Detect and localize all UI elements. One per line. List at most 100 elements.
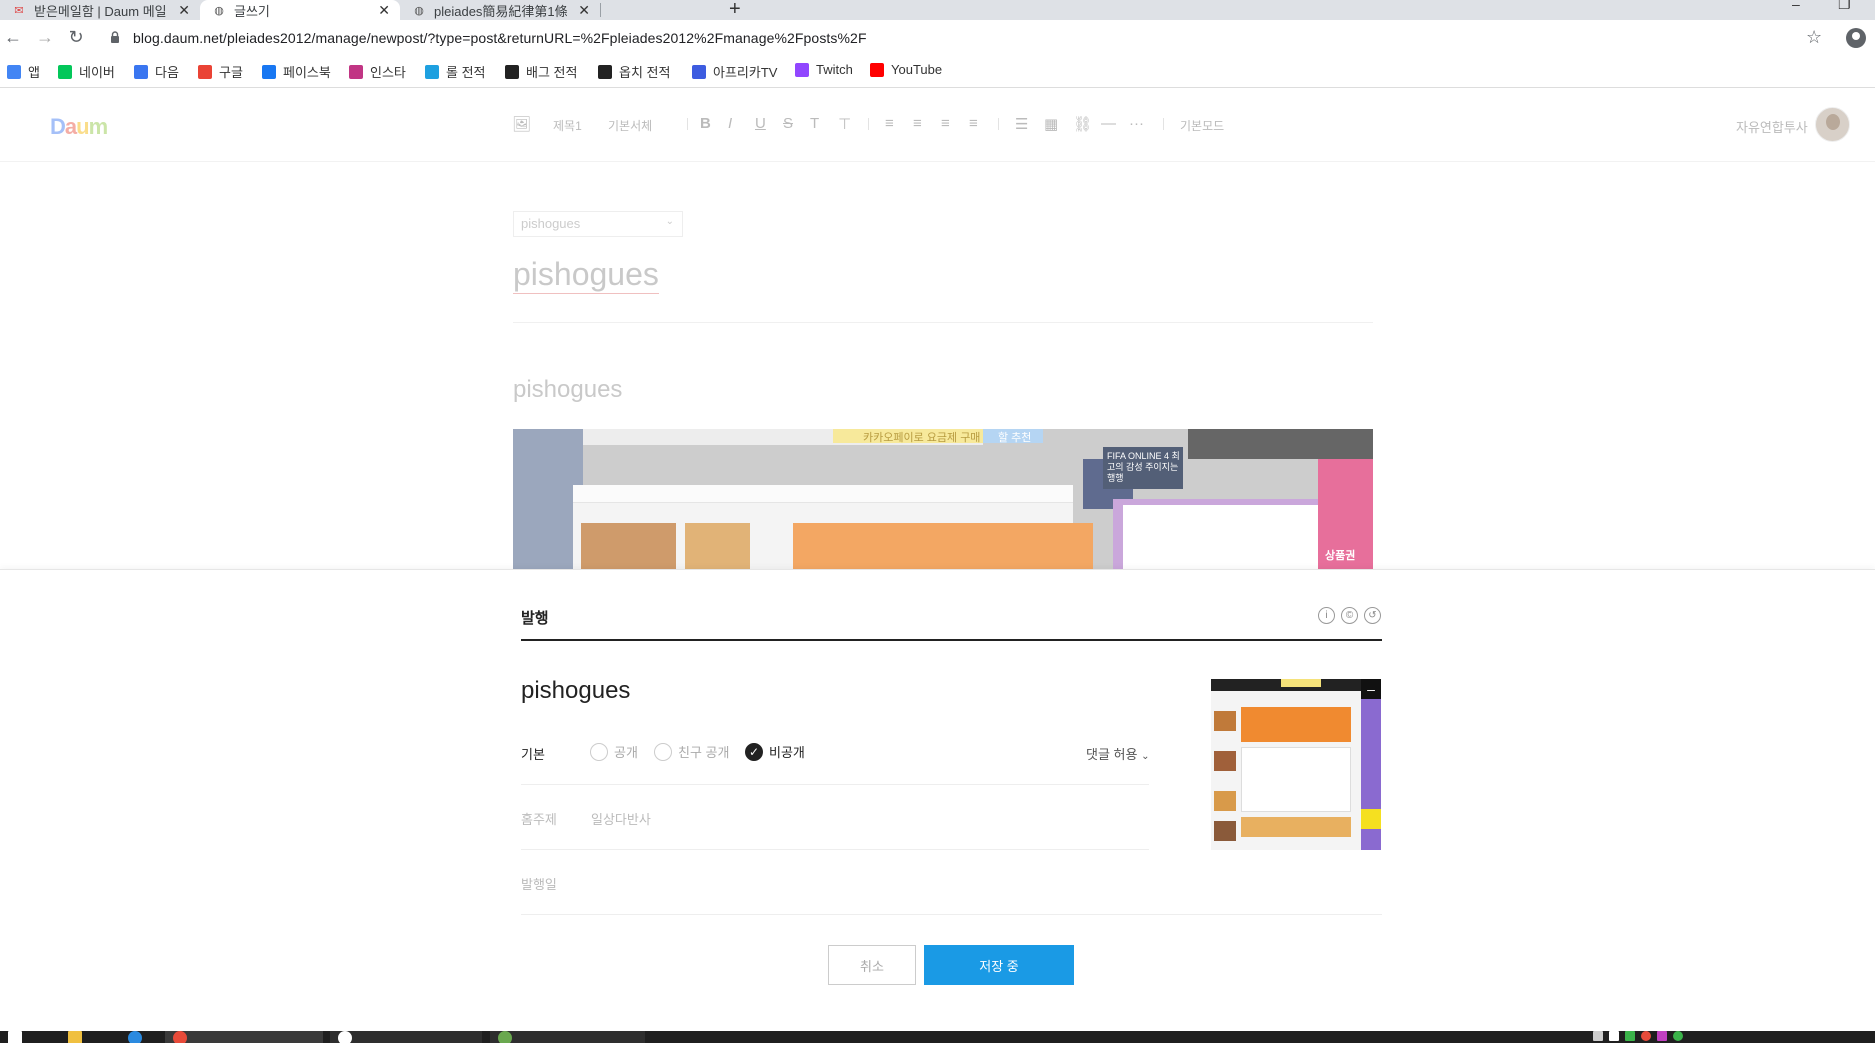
folder-icon <box>68 1031 82 1043</box>
font-select[interactable]: 기본서체 <box>608 117 652 134</box>
post-body-text[interactable]: pishogues <box>513 376 622 404</box>
link-icon[interactable]: ⛓ <box>1073 115 1092 133</box>
restore-icon[interactable]: ❐ <box>1838 0 1851 13</box>
bookmark-item[interactable]: YouTube <box>870 62 942 77</box>
align-center-icon[interactable]: ≡ <box>913 115 922 132</box>
bookmark-item[interactable]: 롤 전적 <box>425 62 486 81</box>
back-icon[interactable]: ← <box>3 27 23 47</box>
bookmark-item[interactable]: 구글 <box>198 62 243 81</box>
text-bg-icon[interactable]: ⊤ <box>838 115 851 133</box>
tray-icon[interactable] <box>1673 1031 1683 1041</box>
tab-pleiades[interactable]: ◍ pleiades簡易紀律第1條 ✕ <box>400 0 600 20</box>
bold-icon[interactable]: B <box>700 115 711 132</box>
cancel-button[interactable]: 취소 <box>828 945 916 985</box>
taskbar-app-3[interactable] <box>490 1031 645 1043</box>
strike-icon[interactable]: S <box>783 115 793 132</box>
subject-select[interactable]: 일상다반사 <box>591 809 651 828</box>
address-bar[interactable]: blog.daum.net/pleiades2012/manage/newpos… <box>133 30 867 46</box>
comment-setting-dropdown[interactable]: 댓글 허용 ⌄ <box>1086 744 1149 763</box>
bookmark-item[interactable]: Twitch <box>795 62 853 77</box>
radio-label: 공개 <box>614 745 638 760</box>
tab-daum-mail[interactable]: ✉ 받은메일함 | Daum 메일 ✕ <box>0 0 200 20</box>
radio-public[interactable]: 공개 <box>590 742 638 761</box>
bookmark-item[interactable]: 배그 전적 <box>505 62 577 81</box>
italic-icon[interactable]: I <box>728 115 732 132</box>
heading-select[interactable]: 제목1 <box>553 117 582 134</box>
blog-name[interactable]: 자유연합투사 <box>1736 117 1808 136</box>
radio-circle <box>654 742 672 761</box>
image-promo: FIFA ONLINE 4 최고의 감성 주이지는 행행 <box>1107 451 1180 483</box>
bookmark-item[interactable]: 아프리카TV <box>692 62 777 81</box>
tray-icon[interactable] <box>1657 1031 1667 1041</box>
list-icon[interactable]: ☰ <box>1015 115 1028 133</box>
chrome-icon <box>173 1031 187 1043</box>
forward-icon[interactable]: → <box>35 27 55 47</box>
more-icon[interactable]: ··· <box>1129 115 1144 132</box>
bookmark-item[interactable]: 앱 <box>7 62 40 81</box>
bookmark-item[interactable]: 다음 <box>134 62 179 81</box>
daum-logo[interactable]: Daum <box>50 114 108 140</box>
image-caption-1: 카카오페이로 요금제 구매 <box>863 432 981 444</box>
align-right-icon[interactable]: ≡ <box>941 115 950 132</box>
text-color-icon[interactable]: T <box>810 115 819 132</box>
editor-header <box>0 90 1875 162</box>
bookmark-favicon-icon <box>505 64 519 79</box>
align-justify-icon[interactable]: ≡ <box>969 115 978 132</box>
inserted-screenshot-image[interactable]: 카카오페이로 요금제 구매 할 추천 FIFA ONLINE 4 최고의 감성 … <box>513 429 1373 569</box>
radio-private[interactable]: ✓ 비공개 <box>745 742 805 761</box>
bookmark-favicon-icon <box>262 64 276 79</box>
close-icon[interactable]: ✕ <box>578 2 590 19</box>
bookmark-item[interactable]: 옵치 전적 <box>598 62 670 81</box>
taskbar-app-2[interactable] <box>330 1031 482 1043</box>
windows-taskbar <box>0 1031 1875 1043</box>
edge-icon[interactable] <box>120 1031 150 1043</box>
tray-icon[interactable] <box>1609 1031 1619 1041</box>
table-icon[interactable]: ▦ <box>1044 115 1058 133</box>
remove-thumbnail-icon[interactable]: – <box>1361 679 1381 699</box>
new-tab-icon[interactable]: + <box>729 0 741 21</box>
close-icon[interactable]: ✕ <box>378 2 390 19</box>
file-explorer-icon[interactable] <box>60 1031 90 1043</box>
close-icon[interactable]: ✕ <box>178 2 190 19</box>
windows-start-icon[interactable] <box>0 1031 30 1043</box>
thumbnail-image[interactable]: – <box>1211 679 1381 850</box>
tray-icon[interactable] <box>1641 1031 1651 1041</box>
bookmark-item[interactable]: 네이버 <box>58 62 115 81</box>
tab-title: 글쓰기 <box>234 3 270 19</box>
bookmark-item[interactable]: 인스타 <box>349 62 406 81</box>
tray-icon[interactable] <box>1625 1031 1635 1041</box>
minimize-icon[interactable]: – <box>1792 0 1800 12</box>
reload-icon[interactable]: ↻ <box>66 27 86 47</box>
image-insert-icon[interactable]: 🖼 <box>512 115 531 133</box>
share-icon[interactable]: ↺ <box>1364 607 1381 624</box>
star-icon[interactable]: ☆ <box>1806 27 1822 48</box>
avatar[interactable] <box>1815 107 1850 142</box>
bookmark-item[interactable]: 페이스북 <box>262 62 331 81</box>
category-select[interactable]: pishogues ⌄ <box>513 211 683 237</box>
image-label: 상품권 <box>1325 550 1356 562</box>
bookmark-favicon-icon <box>598 64 612 79</box>
browser-icon <box>128 1031 142 1043</box>
mode-select[interactable]: 기본모드 <box>1180 117 1224 134</box>
underline-icon[interactable]: U <box>755 115 766 132</box>
taskbar-chrome[interactable] <box>165 1031 323 1043</box>
image-caption-2: 할 추천 <box>998 432 1032 444</box>
profile-icon[interactable] <box>1846 28 1866 48</box>
toolbar-divider <box>998 118 999 130</box>
tray-icon[interactable] <box>1593 1031 1603 1041</box>
tab-write[interactable]: ◍ 글쓰기 ✕ <box>200 0 400 20</box>
save-button[interactable]: 저장 중 <box>924 945 1074 985</box>
bookmark-label: 인스타 <box>370 65 406 80</box>
bookmark-favicon-icon <box>7 64 21 79</box>
bookmark-label: 네이버 <box>79 65 115 80</box>
align-left-icon[interactable]: ≡ <box>885 115 894 132</box>
tab-title: 받은메일함 | Daum 메일 <box>34 3 167 19</box>
no-copy-icon[interactable]: © <box>1341 607 1358 624</box>
info-icon[interactable]: i <box>1318 607 1335 624</box>
post-title-input[interactable]: pishogues <box>513 256 659 294</box>
divider-line-icon[interactable]: — <box>1101 115 1116 132</box>
system-tray <box>1585 1031 1785 1043</box>
toolbar-divider <box>1163 118 1164 130</box>
radio-friends[interactable]: 친구 공개 <box>654 742 729 761</box>
chevron-down-icon: ⌄ <box>665 216 674 227</box>
